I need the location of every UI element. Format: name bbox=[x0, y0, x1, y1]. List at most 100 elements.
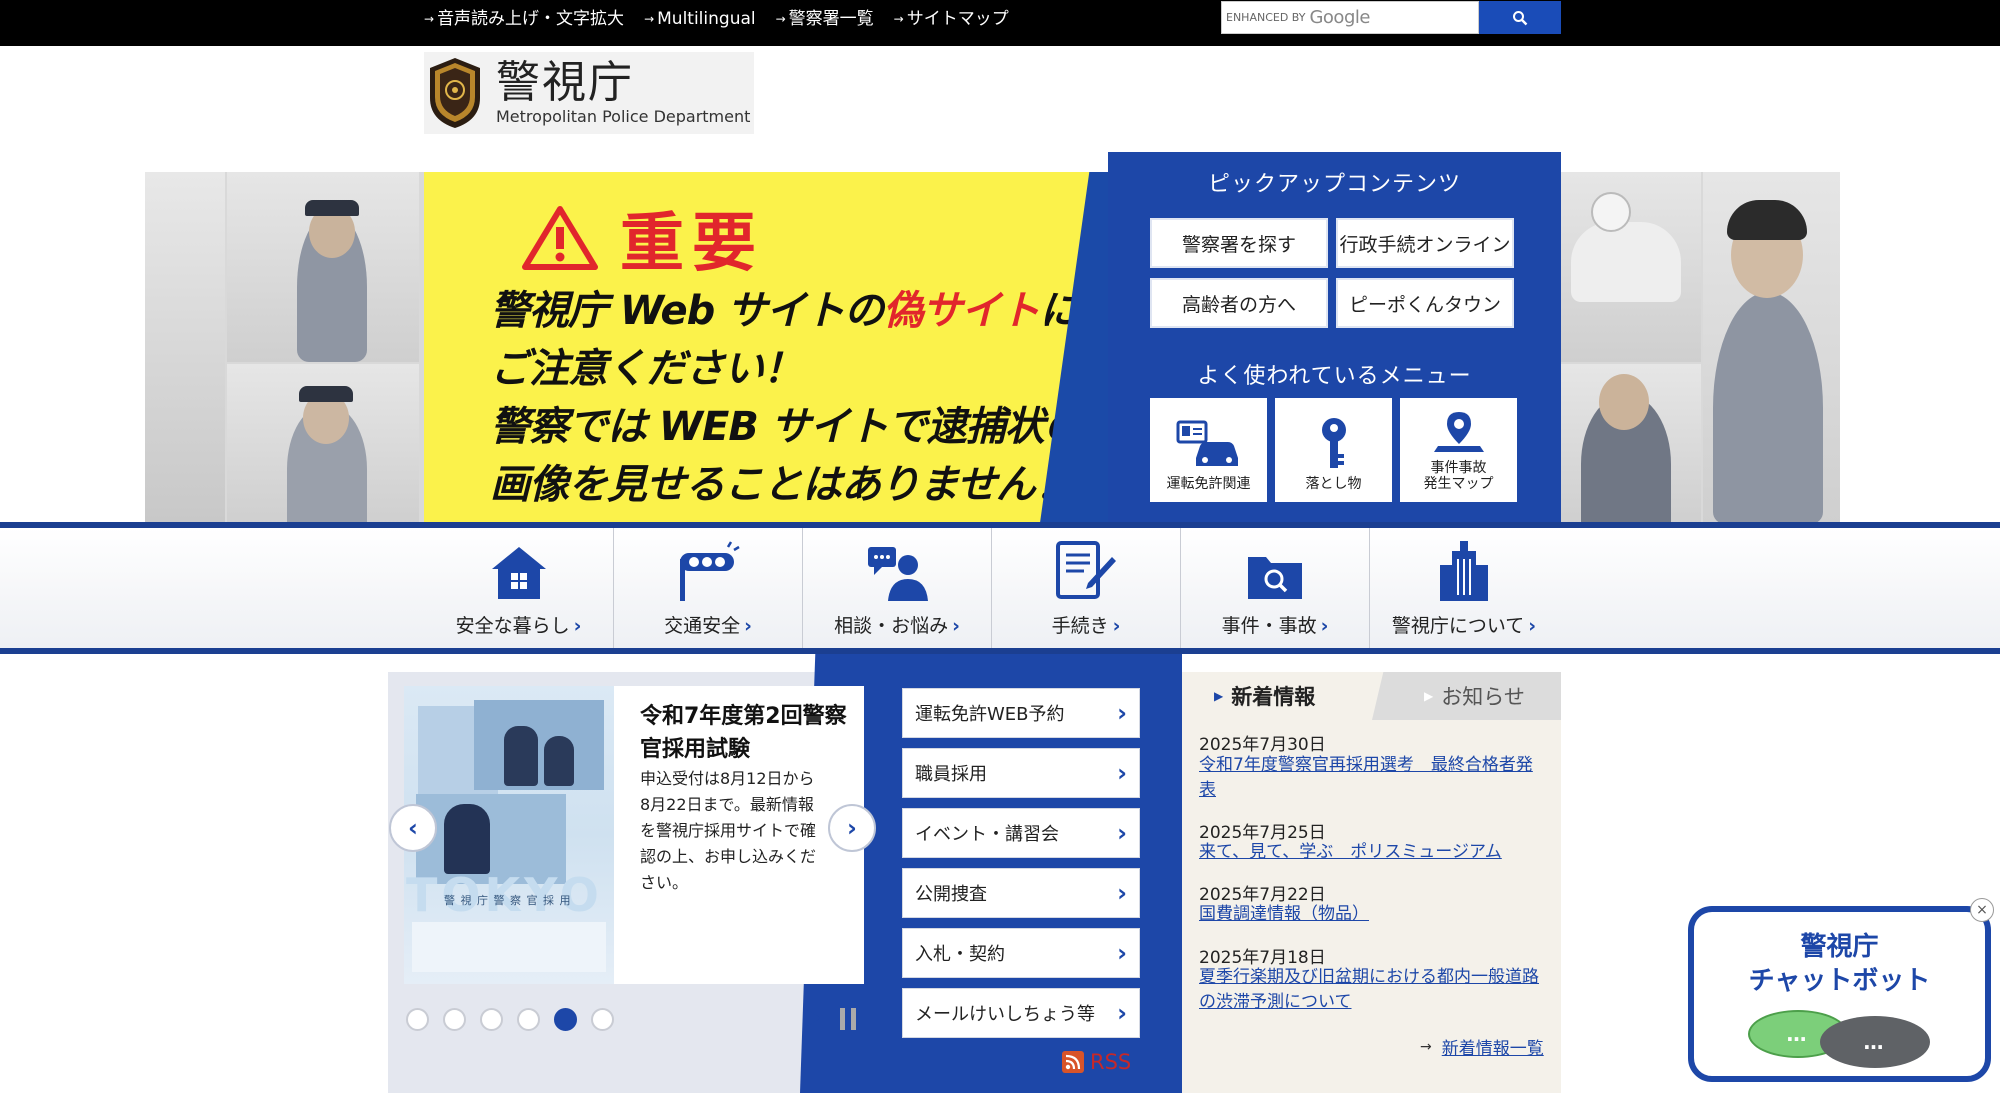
nav-band-bottom-border bbox=[0, 648, 2000, 654]
nav-consultation[interactable]: 相談・お悩み › bbox=[802, 528, 991, 648]
rss-label: RSS bbox=[1090, 1050, 1132, 1074]
chevron-right-icon: › bbox=[1117, 999, 1127, 1027]
nav-procedures-label: 手続き bbox=[1051, 615, 1109, 637]
news-item-link[interactable]: 令和7年度警察官再採用選考 最終合格者発表 bbox=[1199, 753, 1544, 803]
slider-dot[interactable] bbox=[517, 1008, 540, 1031]
menu-drivers-license[interactable]: 運転免許関連 bbox=[1150, 398, 1267, 502]
chevron-right-icon: › bbox=[1117, 759, 1127, 787]
chevron-right-icon: › bbox=[1117, 699, 1127, 727]
news-item-link[interactable]: 夏季行楽期及び旧盆期における都内一般道路の渋滞予測について bbox=[1199, 965, 1544, 1015]
top-link-sitemap[interactable]: → サイトマップ bbox=[894, 6, 1009, 32]
top-link-multilingual[interactable]: → Multilingual bbox=[644, 6, 756, 32]
menu-incident-map-label: 事件事故 発生マップ bbox=[1423, 460, 1494, 492]
top-link-stations[interactable]: → 警察署一覧 bbox=[776, 6, 874, 32]
hero-photo-desk bbox=[1561, 364, 1701, 524]
google-wordmark: Google bbox=[1309, 7, 1370, 28]
tab-whats-new[interactable]: ▶ 新着情報 bbox=[1182, 672, 1378, 720]
quick-link-license-reservation[interactable]: 運転免許WEB予約 › bbox=[902, 688, 1140, 738]
slider-dot[interactable] bbox=[591, 1008, 614, 1031]
consultation-icon bbox=[868, 547, 928, 601]
house-icon bbox=[491, 547, 546, 599]
key-icon bbox=[1321, 418, 1346, 468]
traffic-light-icon bbox=[680, 541, 740, 601]
nav-about-mpd[interactable]: 警視庁について › bbox=[1369, 528, 1558, 648]
arrow-right-icon: → bbox=[1420, 1038, 1432, 1055]
banner-heading-row: 重要 bbox=[522, 192, 764, 284]
nav-traffic-safety[interactable]: 交通安全 › bbox=[613, 528, 802, 648]
slide-description: 申込受付は8月12日から8月22日まで。最新情報を警視庁採用サイトで確認の上、お… bbox=[640, 769, 817, 892]
nav-incidents[interactable]: 事件・事故 › bbox=[1180, 528, 1369, 648]
slider-dot[interactable] bbox=[480, 1008, 503, 1031]
news-item-link[interactable]: 来て、見て、学ぶ ポリスミュージアム bbox=[1199, 840, 1544, 865]
quick-link-public-investigation[interactable]: 公開捜査 › bbox=[902, 868, 1140, 918]
nav-procedures[interactable]: 手続き › bbox=[991, 528, 1180, 648]
slider-dots bbox=[406, 1008, 614, 1031]
chevron-right-icon: › bbox=[744, 615, 752, 637]
pickup-peopokun-town-button[interactable]: ピーポくんタウン bbox=[1336, 278, 1514, 328]
arrow-right-icon: → bbox=[424, 12, 435, 26]
chevron-right-icon: › bbox=[952, 615, 960, 637]
chatbot-close-button[interactable]: × bbox=[1970, 898, 1994, 922]
slide-title: 令和7年度第2回警察官採用試験 bbox=[640, 704, 847, 762]
tab-notices[interactable]: ▶ お知らせ bbox=[1372, 672, 1561, 720]
nav-consultation-label: 相談・お悩み bbox=[834, 615, 949, 637]
pickup-title: ピックアップコンテンツ bbox=[1207, 172, 1461, 197]
banner-heading: 重要 bbox=[620, 207, 764, 281]
recruitment-slide[interactable]: TOKYO 警 視 庁 警 察 官 採 用 令和7年度第2回警察官採用試験 申込… bbox=[404, 686, 864, 984]
site-title: 警視庁 bbox=[496, 57, 634, 108]
chevron-right-icon: › bbox=[847, 814, 857, 842]
news-list-link[interactable]: → 新着情報一覧 bbox=[1420, 1034, 1544, 1060]
chevron-right-icon: › bbox=[1320, 615, 1329, 637]
chatbot-widget[interactable]: 警視庁 チャットボット … … bbox=[1688, 906, 1991, 1082]
chevron-right-icon: › bbox=[1112, 615, 1121, 637]
nav-safe-living[interactable]: 安全な暮らし › bbox=[424, 528, 613, 648]
slider-dot[interactable] bbox=[443, 1008, 466, 1031]
news-date: 2025年7月30日 bbox=[1199, 735, 1326, 755]
menu-lost-items[interactable]: 落とし物 bbox=[1275, 398, 1392, 502]
slider-dot[interactable] bbox=[406, 1008, 429, 1031]
police-emblem-icon bbox=[430, 58, 480, 128]
quick-link-recruitment[interactable]: 職員採用 › bbox=[902, 748, 1140, 798]
news-item-link[interactable]: 国費調達情報（物品） bbox=[1199, 902, 1544, 927]
arrow-right-icon: → bbox=[893, 12, 904, 26]
search-input[interactable]: ENHANCED BY Google bbox=[1221, 1, 1479, 34]
nav-traffic-safety-label: 交通安全 bbox=[664, 615, 741, 637]
headquarters-building-icon bbox=[1440, 541, 1488, 601]
site-logo[interactable]: 警視庁 Metropolitan Police Department bbox=[424, 52, 754, 134]
pickup-seniors-button[interactable]: 高齢者の方へ bbox=[1150, 278, 1328, 328]
logo-text: 警視庁 Metropolitan Police Department bbox=[496, 60, 750, 126]
triangle-right-icon: ▶ bbox=[1424, 689, 1434, 703]
rss-link[interactable]: RSS bbox=[1062, 1050, 1131, 1074]
hero-photo-street bbox=[145, 172, 225, 524]
chevron-left-icon: ‹ bbox=[408, 814, 418, 842]
hero-photo-officer-2 bbox=[227, 364, 419, 524]
warning-icon bbox=[522, 206, 598, 270]
page-root: { "topbar": { "links": ["音声読み上げ・文字拡大", "… bbox=[0, 0, 2000, 1093]
folder-search-icon bbox=[1248, 557, 1302, 599]
rss-icon bbox=[1062, 1051, 1084, 1073]
menu-lost-items-label: 落とし物 bbox=[1305, 476, 1362, 492]
pickup-find-station-button[interactable]: 警察署を探す bbox=[1150, 218, 1328, 268]
slider-dot[interactable] bbox=[554, 1008, 577, 1031]
arrow-right-icon: → bbox=[644, 12, 655, 26]
chat-bubble-gray-icon: … bbox=[1820, 1016, 1930, 1068]
search-button[interactable] bbox=[1479, 1, 1561, 34]
chevron-right-icon: › bbox=[1528, 615, 1537, 637]
chatbot-title: 警視庁 チャットボット bbox=[1748, 932, 1931, 996]
top-links: → 音声読み上げ・文字拡大 → Multilingual → 警察署一覧 → サイトマッ… bbox=[424, 6, 1009, 32]
chevron-right-icon: › bbox=[1117, 879, 1127, 907]
top-link-voice[interactable]: → 音声読み上げ・文字拡大 bbox=[424, 6, 624, 32]
slider-pause-icon[interactable] bbox=[840, 1008, 856, 1030]
pickup-online-procedures-button[interactable]: 行政手続オンライン bbox=[1336, 218, 1514, 268]
quick-link-bids[interactable]: 入札・契約 › bbox=[902, 928, 1140, 978]
car-license-icon bbox=[1176, 420, 1238, 466]
chevron-right-icon: › bbox=[1117, 819, 1127, 847]
quick-link-events[interactable]: イベント・講習会 › bbox=[902, 808, 1140, 858]
nav-safe-living-label: 安全な暮らし bbox=[455, 615, 570, 637]
slider-next-button[interactable]: › bbox=[828, 804, 876, 852]
fraud-warning-banner[interactable]: 重要 警視庁 Web サイトの偽サイトに ご注意ください！ 警察では WEB サ… bbox=[424, 172, 1114, 524]
menu-incident-map[interactable]: 事件事故 発生マップ bbox=[1400, 398, 1517, 502]
slider-prev-button[interactable]: ‹ bbox=[389, 804, 437, 852]
slider-play-icon[interactable] bbox=[804, 1008, 821, 1028]
quick-link-mail-keishicho[interactable]: メールけいしちょう等 › bbox=[902, 988, 1140, 1038]
